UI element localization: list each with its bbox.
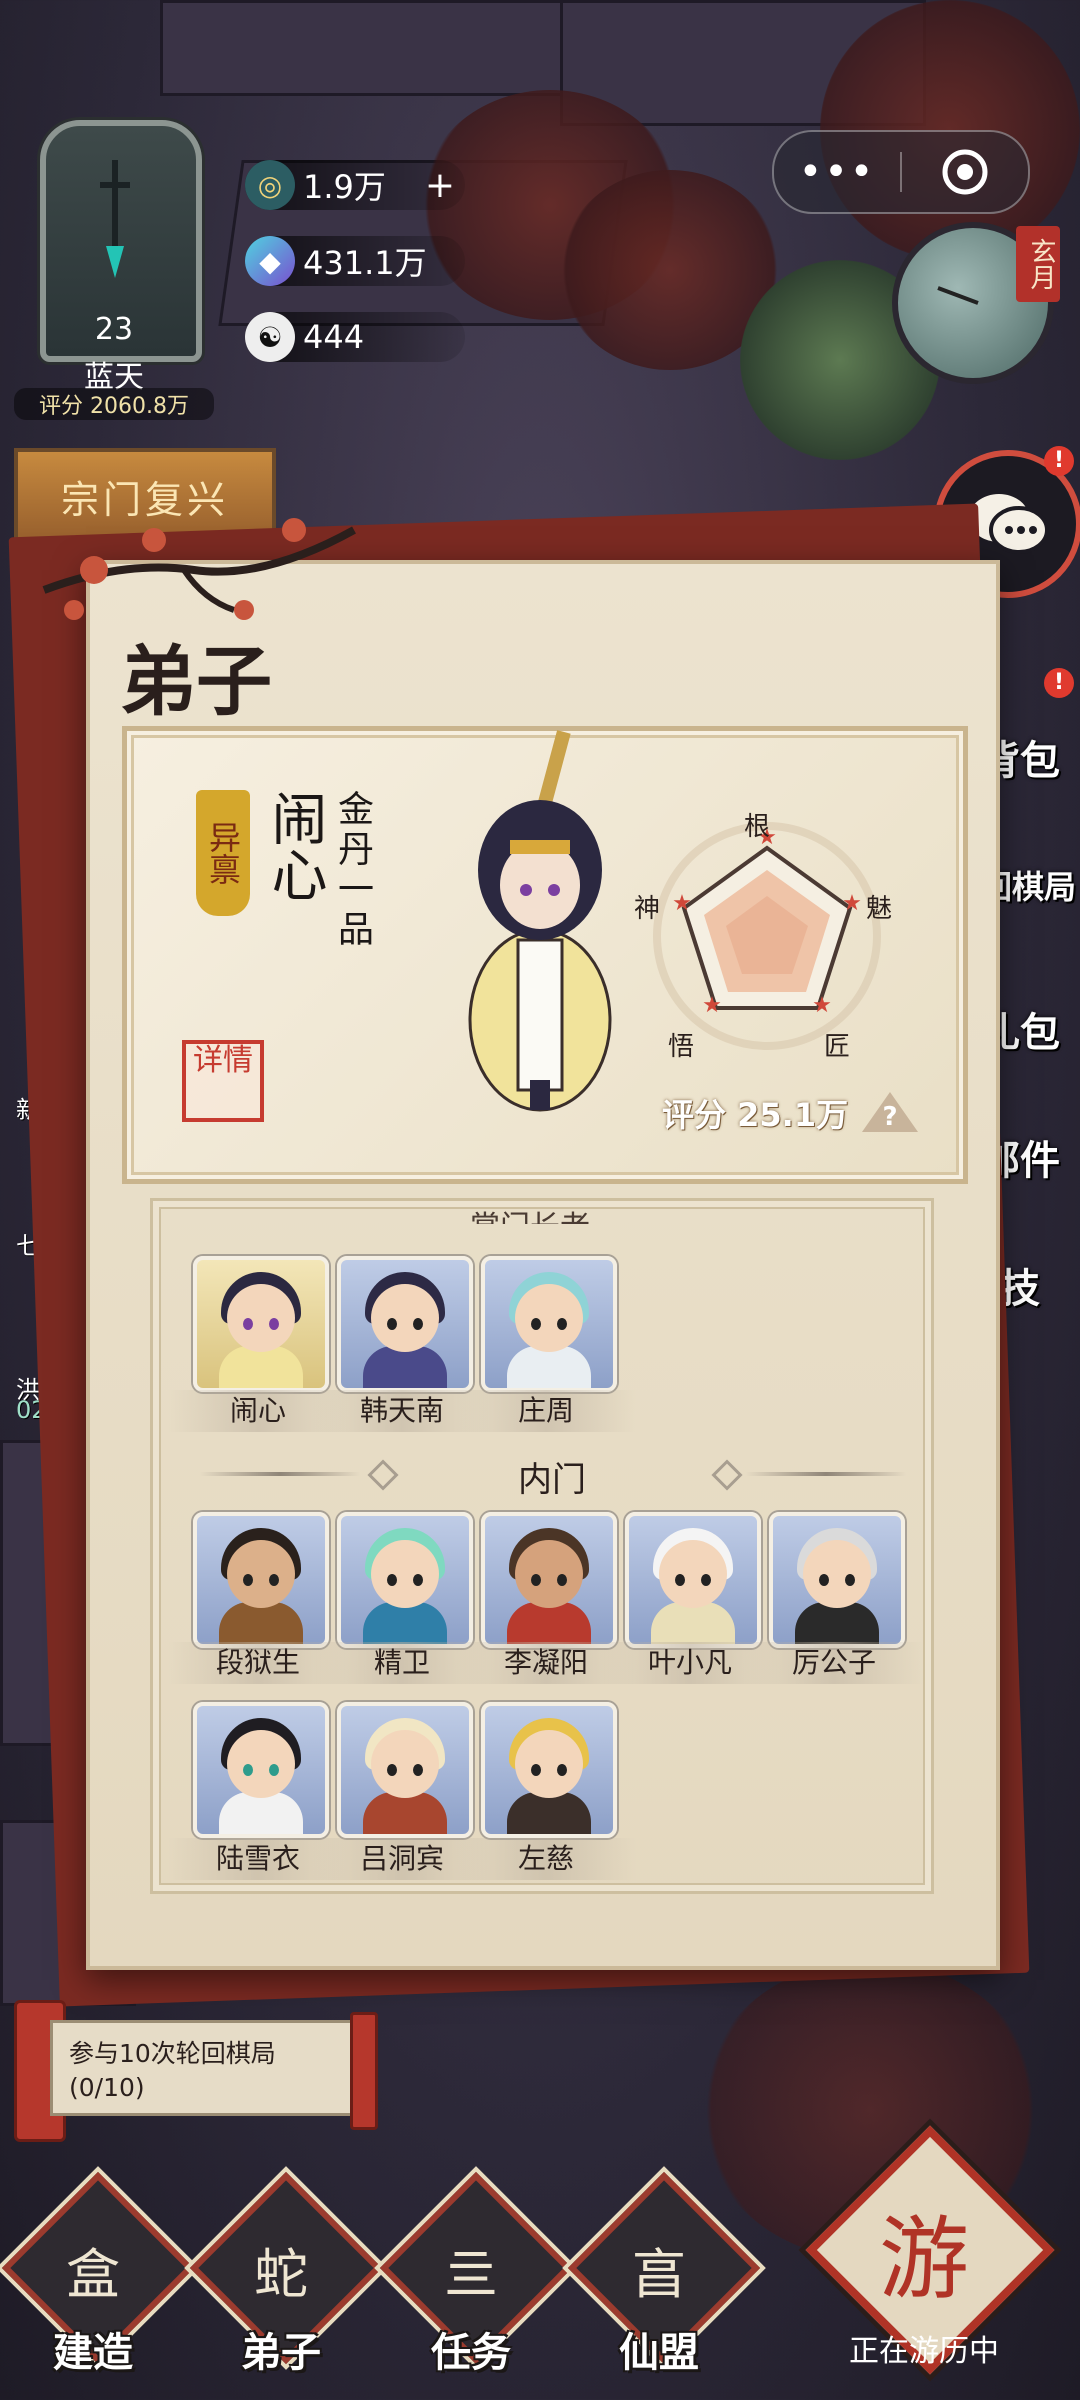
resource-spirit-stone[interactable]: ◎ 1.9万 + xyxy=(245,160,465,210)
disciple-name: 左慈 xyxy=(456,1838,636,1880)
section-inner-title: 内门 xyxy=(518,1460,586,1500)
resource-value: 1.9万 xyxy=(303,168,386,206)
more-menu-button[interactable]: ••• xyxy=(774,149,900,195)
disciple-avatar-liningyang[interactable] xyxy=(481,1512,617,1648)
crystal-icon: ◆ xyxy=(245,236,295,286)
build-icon: 盒 xyxy=(66,2243,120,2306)
disciple-avatar-hantiannan[interactable] xyxy=(337,1256,473,1392)
add-resource-button[interactable]: + xyxy=(425,165,455,206)
disciple-avatar-yexiaofan[interactable] xyxy=(625,1512,761,1648)
disciple-avatar-ligongzi[interactable] xyxy=(769,1512,905,1648)
nav-label: 任务 xyxy=(431,2329,511,2376)
travel-icon: 游 xyxy=(879,2207,969,2312)
bag-notification-dot: ! xyxy=(1044,668,1074,698)
tasks-icon: 亖 xyxy=(444,2243,498,2306)
nav-alliance-button[interactable]: 亯 仙盟 xyxy=(567,2171,761,2380)
stat-jiang: 匠 xyxy=(824,1032,851,1062)
stat-mei: 魅 xyxy=(866,894,893,924)
sword-icon xyxy=(100,160,130,278)
resource-value: 431.1万 xyxy=(303,244,427,282)
player-level: 23 xyxy=(94,312,134,347)
stat-gen: 根 xyxy=(744,812,771,842)
rarity-badge: 异禀 xyxy=(196,790,250,916)
nav-build-button[interactable]: 盒 建造 xyxy=(1,2171,195,2380)
stat-shen: 神 xyxy=(634,894,661,924)
scroll-roll-icon xyxy=(350,2012,378,2130)
disciple-avatar-zhuangzhou[interactable] xyxy=(481,1256,617,1392)
resource-yin-yang: ☯ 444 xyxy=(245,312,465,362)
svg-text:★: ★ xyxy=(812,993,832,1018)
mini-program-capsule: ••• xyxy=(772,130,1030,214)
disciple-name: 厉公子 xyxy=(744,1642,924,1684)
hero-name: 闹心 xyxy=(262,790,327,902)
hero-rank: 金丹一品 xyxy=(332,790,373,950)
player-score: 评分 2060.8万 xyxy=(14,388,214,420)
nav-label: 弟子 xyxy=(241,2329,321,2376)
disciple-avatar-jingwei[interactable] xyxy=(337,1512,473,1648)
spirit-stone-icon: ◎ xyxy=(245,160,295,210)
disciple-avatar-zuoci[interactable] xyxy=(481,1702,617,1838)
nav-label: 仙盟 xyxy=(619,2329,699,2376)
target-icon xyxy=(942,149,988,195)
close-mini-program-button[interactable] xyxy=(902,147,1028,197)
nav-disciples-button[interactable]: 蛇 弟子 xyxy=(189,2171,383,2380)
disciple-avatar-duanyusheng[interactable] xyxy=(193,1512,329,1648)
disciple-avatar-lvdongbin[interactable] xyxy=(337,1702,473,1838)
hero-score: 评分 25.1万 xyxy=(662,1096,849,1134)
svg-text:★: ★ xyxy=(842,891,862,916)
disciple-avatar-luxueyi[interactable] xyxy=(193,1702,329,1838)
hero-portrait xyxy=(468,730,612,1112)
svg-text:★: ★ xyxy=(702,993,722,1018)
section-elders-title: 掌门长老 xyxy=(470,1202,590,1224)
plum-branch-decoration xyxy=(42,518,356,620)
nav-label: 建造 xyxy=(53,2329,133,2376)
stat-wu: 悟 xyxy=(668,1032,695,1062)
detail-button[interactable]: 详情 xyxy=(182,1040,264,1122)
travel-status: 正在游历中 xyxy=(849,2334,999,2369)
alliance-icon: 亯 xyxy=(632,2243,686,2306)
travel-button[interactable]: 游 正在游历中 xyxy=(794,2125,1055,2390)
nav-tasks-button[interactable]: 亖 任务 xyxy=(379,2171,573,2380)
stat-radar-chart: ★ ★ ★ ★ ★ xyxy=(653,822,881,1050)
resource-value: 444 xyxy=(303,318,365,356)
chat-notification-dot: ! xyxy=(1044,446,1074,476)
current-task[interactable]: 参与10次轮回棋局(0/10) xyxy=(50,2020,356,2116)
moon-label: 玄月 xyxy=(1016,226,1060,302)
svg-text:★: ★ xyxy=(672,891,692,916)
disciple-name: 庄周 xyxy=(456,1390,636,1432)
modal-title: 弟子 xyxy=(120,637,272,726)
resource-crystal: ◆ 431.1万 xyxy=(245,236,465,286)
yin-yang-icon: ☯ xyxy=(245,312,295,362)
disciple-avatar-naoxin[interactable] xyxy=(193,1256,329,1392)
player-profile[interactable]: 23 蓝天 评分 2060.8万 xyxy=(14,90,214,420)
disciples-icon: 蛇 xyxy=(254,2243,308,2306)
